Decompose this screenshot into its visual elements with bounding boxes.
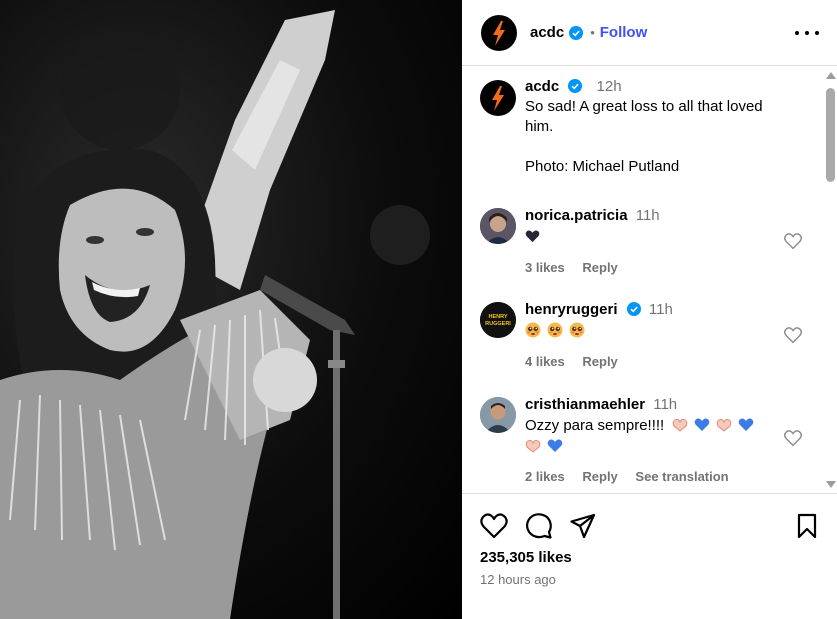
comment-likes-count[interactable]: 2 likes (525, 469, 565, 484)
comment-meta: 2 likes Reply See translation (525, 469, 743, 484)
scroll-up-arrow-icon[interactable] (826, 72, 836, 79)
like-icon[interactable] (480, 512, 508, 540)
avatar-photo (480, 208, 516, 244)
post-side-panel: acdc • Follow acdc 12h So sad! A great l… (462, 0, 837, 619)
likes-count[interactable]: 235,305 likes (480, 549, 572, 566)
comment-like-icon[interactable] (783, 326, 803, 344)
reply-button[interactable]: Reply (582, 260, 617, 275)
scroll-down-arrow-icon[interactable] (826, 481, 836, 488)
comment-text (525, 227, 785, 247)
comment-like-icon[interactable] (783, 429, 803, 447)
verified-badge-icon (569, 25, 584, 40)
reply-button[interactable]: Reply (582, 354, 617, 369)
pleading-face-emojis (525, 322, 585, 338)
comment-likes-count[interactable]: 4 likes (525, 354, 565, 369)
post-header: acdc • Follow (462, 0, 837, 66)
comment-like-icon[interactable] (783, 232, 803, 250)
comment-text (525, 321, 785, 342)
comment-icon[interactable] (525, 512, 553, 540)
post-timestamp[interactable]: 12 hours ago (480, 572, 556, 587)
caption-photo-credit: Photo: Michael Putland (525, 158, 680, 175)
scrollbar-thumb[interactable] (826, 88, 835, 182)
commenter-avatar[interactable] (480, 397, 516, 433)
follow-button[interactable]: Follow (600, 24, 648, 41)
share-icon[interactable] (569, 512, 597, 540)
comment-time: 11h (648, 301, 673, 318)
separator-dot: • (590, 25, 595, 40)
commenter-avatar[interactable] (480, 208, 516, 244)
comment-likes-count[interactable]: 3 likes (525, 260, 565, 275)
comments-scrollbar[interactable] (823, 66, 837, 493)
concert-photo-illustration (0, 10, 430, 619)
post-actions: 235,305 likes 12 hours ago (462, 495, 837, 619)
commenter-avatar[interactable]: HENRY RUGGERI (480, 302, 516, 338)
see-translation-link[interactable]: See translation (635, 469, 728, 484)
caption-username[interactable]: acdc (525, 78, 559, 95)
author-username[interactable]: acdc (530, 24, 564, 41)
henry-ruggeri-logo: HENRY RUGGERI (480, 302, 516, 338)
comment-username[interactable]: henryruggeri (525, 301, 618, 318)
more-options-icon[interactable] (795, 22, 819, 44)
comments-list[interactable]: acdc 12h So sad! A great loss to all tha… (462, 66, 837, 494)
comment-meta: 3 likes Reply (525, 260, 632, 275)
avatar-photo (480, 397, 516, 433)
post-photo[interactable] (0, 0, 462, 619)
comment-meta: 4 likes Reply (525, 354, 632, 369)
black-heart-emoji (525, 230, 540, 243)
svg-text:RUGGERI: RUGGERI (485, 321, 511, 327)
caption-text-line-2: him. (525, 118, 554, 135)
caption-avatar[interactable] (480, 80, 516, 116)
comment-username[interactable]: norica.patricia (525, 207, 628, 224)
verified-badge-icon (626, 302, 641, 316)
save-icon[interactable] (793, 512, 821, 540)
comment-time: 11h (635, 207, 660, 224)
comment-text: Ozzy para sempre!!!! (525, 416, 785, 457)
acdc-bolt-logo (492, 86, 504, 111)
caption-time: 12h (596, 78, 622, 95)
heart-emojis-row-2 (525, 439, 563, 453)
acdc-bolt-logo (493, 20, 505, 46)
comment-time: 11h (653, 396, 678, 413)
svg-text:HENRY: HENRY (488, 314, 507, 320)
author-avatar[interactable] (481, 14, 517, 51)
reply-button[interactable]: Reply (582, 469, 617, 484)
heart-emojis-row-1 (673, 418, 754, 432)
verified-badge-icon (568, 79, 583, 93)
caption-text-line-1: So sad! A great loss to all that loved (525, 98, 763, 115)
comment-text-content: Ozzy para sempre!!!! (525, 417, 665, 434)
comment-username[interactable]: cristhianmaehler (525, 396, 645, 413)
